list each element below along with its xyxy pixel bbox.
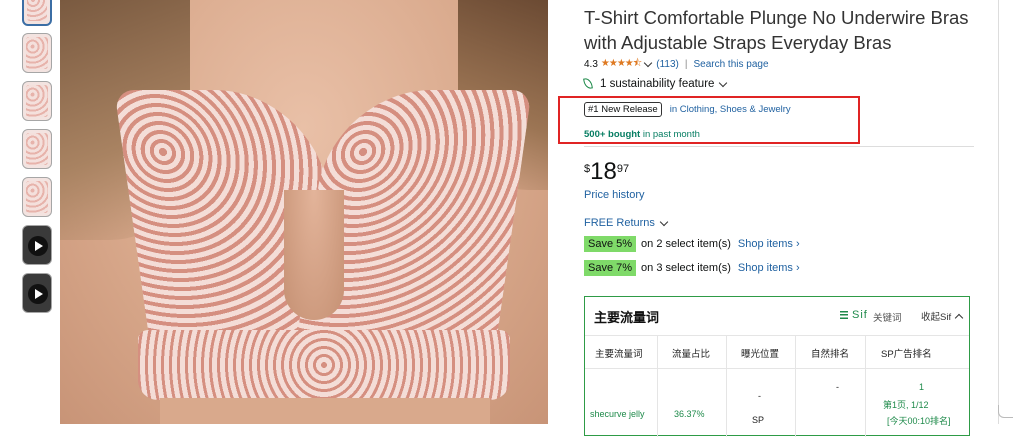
scrollbar[interactable] bbox=[998, 0, 1013, 424]
free-returns[interactable]: FREE Returns bbox=[584, 217, 672, 229]
collapse-label: 收起Sif bbox=[921, 312, 952, 323]
column-header: 主要流量词 bbox=[595, 349, 643, 360]
highlight-box bbox=[558, 96, 860, 144]
image-bra-band bbox=[138, 330, 510, 400]
traffic-share: 36.37% bbox=[674, 409, 705, 419]
column-header: 曝光位置 bbox=[741, 349, 780, 360]
natural-rank: - bbox=[836, 382, 839, 392]
thumbnail-video-1[interactable] bbox=[22, 225, 52, 265]
thumbnail-2[interactable] bbox=[22, 33, 52, 73]
star-rating-icon[interactable]: ★★★★⯪ bbox=[601, 56, 642, 73]
thumbnail-image bbox=[26, 133, 48, 165]
rating-row: 4.3 ★★★★⯪ (113) | Search this page bbox=[584, 56, 769, 73]
rating-value: 4.3 bbox=[584, 59, 598, 70]
price: $ 18 97 bbox=[584, 160, 629, 184]
table-column-divider bbox=[865, 335, 866, 437]
sustainability-label: 1 sustainability feature bbox=[600, 78, 715, 90]
play-icon bbox=[28, 236, 48, 256]
shop-items-link[interactable]: Shop items › bbox=[738, 262, 800, 274]
thumbnail-image bbox=[27, 0, 47, 21]
product-title: T-Shirt Comfortable Plunge No Underwire … bbox=[584, 7, 969, 53]
keyword-label[interactable]: 关键词 bbox=[873, 310, 902, 324]
coupon-row: Save 7% on 3 select item(s) Shop items › bbox=[584, 260, 800, 276]
collapse-sif-button[interactable]: 收起Sif bbox=[921, 309, 964, 323]
image-center bbox=[284, 190, 344, 320]
keyword-link[interactable]: shecurve jelly bbox=[590, 409, 645, 419]
play-icon bbox=[28, 284, 48, 304]
table-divider bbox=[585, 335, 969, 336]
exposure-position: - bbox=[758, 391, 761, 401]
panel-header: 主要流量词 Sif 关键词 收起Sif bbox=[585, 297, 969, 335]
divider bbox=[584, 146, 974, 147]
table-column-divider bbox=[657, 335, 658, 437]
sp-time: [今天00:10排名] bbox=[887, 416, 951, 426]
thumbnail-4[interactable] bbox=[22, 129, 52, 169]
search-page-link[interactable]: Search this page bbox=[693, 59, 768, 70]
chevron-down-icon[interactable] bbox=[644, 58, 653, 68]
thumbnail-1[interactable] bbox=[22, 0, 52, 26]
separator: | bbox=[684, 59, 688, 70]
sustainability-feature[interactable]: 1 sustainability feature bbox=[584, 78, 731, 90]
scrollbar-corner bbox=[998, 405, 1013, 418]
main-product-image[interactable] bbox=[60, 0, 548, 424]
column-header: SP广告排名 bbox=[881, 349, 932, 360]
coupon-badge: Save 5% bbox=[584, 236, 637, 252]
coupon-row: Save 5% on 2 select item(s) Shop items › bbox=[584, 236, 800, 252]
review-count-link[interactable]: (113) bbox=[656, 59, 679, 70]
table-column-divider bbox=[726, 335, 727, 437]
thumbnail-image bbox=[26, 37, 48, 69]
coupon-badge: Save 7% bbox=[584, 260, 637, 276]
sp-page: 第1页, 1/12 bbox=[883, 400, 929, 410]
sp-rank: 1 bbox=[919, 382, 925, 392]
column-header: 自然排名 bbox=[811, 349, 850, 360]
chevron-down-icon bbox=[659, 217, 669, 226]
thumbnail-image bbox=[26, 181, 48, 213]
price-history-link[interactable]: Price history bbox=[584, 189, 645, 201]
chevron-up-icon bbox=[954, 313, 964, 322]
thumbnail-5[interactable] bbox=[22, 177, 52, 217]
sif-label[interactable]: Sif bbox=[852, 309, 868, 321]
thumbnail-3[interactable] bbox=[22, 81, 52, 121]
traffic-keywords-panel: 主要流量词 Sif 关键词 收起Sif 主要流量词 流量占比 曝光位置 自然排名… bbox=[584, 296, 970, 437]
coupon-condition: on 2 select item(s) bbox=[641, 238, 731, 250]
table-column-divider bbox=[795, 335, 796, 437]
thumbnail-image bbox=[26, 85, 48, 117]
thumbnail-video-2[interactable] bbox=[22, 273, 52, 313]
menu-icon[interactable] bbox=[840, 311, 848, 319]
price-fraction: 97 bbox=[616, 163, 630, 175]
leaf-icon bbox=[584, 78, 593, 90]
image-torso bbox=[160, 398, 490, 424]
chevron-down-icon bbox=[719, 78, 728, 87]
price-whole: 18 bbox=[590, 158, 617, 185]
coupon-condition: on 3 select item(s) bbox=[641, 262, 731, 274]
column-header: 流量占比 bbox=[672, 349, 711, 360]
panel-title: 主要流量词 bbox=[594, 310, 660, 325]
shop-items-link[interactable]: Shop items › bbox=[738, 238, 800, 250]
table-divider bbox=[585, 368, 969, 369]
free-returns-label: FREE Returns bbox=[584, 217, 655, 229]
